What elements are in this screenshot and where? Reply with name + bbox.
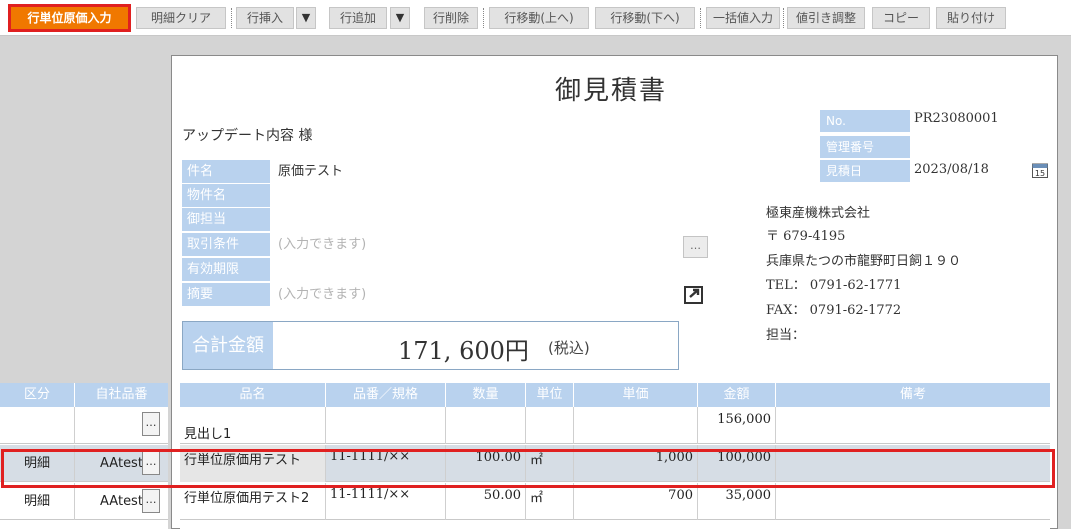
qty-cell[interactable]: 50.00: [446, 483, 526, 520]
copy-button[interactable]: コピー: [872, 7, 930, 29]
company-staff: 担当：: [766, 328, 806, 343]
discount-adjust-button[interactable]: 値引き調整: [787, 7, 865, 29]
company-name: 極東産機株式会社: [766, 206, 871, 221]
item-spec-cell[interactable]: [326, 407, 446, 444]
toolbar-separator: [700, 8, 701, 28]
column-header-name[interactable]: 品名: [180, 383, 326, 407]
qty-cell[interactable]: [446, 407, 526, 444]
move-row-up-button[interactable]: 行移動(上へ): [489, 7, 589, 29]
row-cost-input-button[interactable]: 行単位原価入力: [8, 4, 131, 32]
company-postal: 〒 679-4195: [766, 229, 846, 244]
company-address: 兵庫県たつの市龍野町日飼１９０: [766, 254, 962, 269]
customer-name[interactable]: アップデート内容 様: [182, 125, 312, 145]
export-icon[interactable]: [683, 284, 707, 306]
quote-date-label: 見積日: [820, 160, 910, 182]
item-spec-cell[interactable]: 11-1111/××: [326, 445, 446, 482]
price-cell[interactable]: 1,000: [574, 445, 698, 482]
total-amount-box: 合計金額 171, 600円 (税込): [182, 321, 679, 370]
left-grid-header: 区分 自社品番: [0, 383, 168, 407]
insert-row-button[interactable]: 行挿入: [236, 7, 294, 29]
price-cell[interactable]: [574, 407, 698, 444]
kubun-cell[interactable]: 明細: [0, 483, 75, 520]
company-tel: TEL： 0791-62-1771: [766, 278, 902, 293]
detail-grid: 品名 品番／規格 数量 単位 単価 金額 備考 見出し1 156,000 行単位…: [180, 383, 1050, 529]
price-cell[interactable]: 700: [574, 483, 698, 520]
kubun-cell[interactable]: [0, 407, 75, 444]
move-row-down-button[interactable]: 行移動(下へ): [595, 7, 695, 29]
unit-cell[interactable]: ㎡: [526, 483, 574, 520]
total-label: 合計金額: [183, 322, 273, 369]
table-row[interactable]: 行単位原価用テスト2 11-1111/×× 50.00 ㎡ 700 35,000: [180, 483, 1050, 520]
column-header-unit[interactable]: 単位: [526, 383, 574, 407]
left-fixed-grid: 区分 自社品番 … 明細 AAtest … 明細 AAtest …: [0, 383, 168, 529]
table-row[interactable]: …: [0, 407, 168, 444]
item-name-cell[interactable]: 行単位原価用テスト: [180, 445, 326, 482]
unit-cell[interactable]: [526, 407, 574, 444]
note-cell[interactable]: [776, 407, 1050, 444]
item-spec-cell[interactable]: 11-1111/××: [326, 483, 446, 520]
column-header-amount[interactable]: 金額: [698, 383, 776, 407]
clear-details-button[interactable]: 明細クリア: [136, 7, 226, 29]
trade-terms-input[interactable]: (入力できます): [278, 233, 366, 256]
paste-button[interactable]: 貼り付け: [936, 7, 1006, 29]
unit-cell[interactable]: ㎡: [526, 445, 574, 482]
table-row[interactable]: 明細 AAtest …: [0, 483, 168, 520]
column-header-kubun[interactable]: 区分: [0, 383, 75, 407]
amount-cell[interactable]: 156,000: [698, 407, 776, 444]
quote-date-value[interactable]: 2023/08/18: [914, 159, 989, 181]
trade-terms-more-button[interactable]: …: [683, 236, 708, 258]
table-row[interactable]: 明細 AAtest …: [0, 445, 168, 482]
amount-cell[interactable]: 100,000: [698, 445, 776, 482]
management-number-label: 管理番号: [820, 136, 910, 158]
qty-cell[interactable]: 100.00: [446, 445, 526, 482]
contact-person-label: 御担当: [182, 208, 270, 231]
code-lookup-button[interactable]: …: [142, 412, 160, 436]
document-title: 御見積書: [555, 76, 668, 106]
summary-label: 摘要: [182, 283, 270, 306]
toolbar: 行単位原価入力 明細クリア 行挿入 ▼ 行追加 ▼ 行削除 行移動(上へ) 行移…: [0, 0, 1071, 36]
note-cell[interactable]: [776, 445, 1050, 482]
add-row-dropdown-icon[interactable]: ▼: [390, 7, 410, 29]
toolbar-separator: [783, 8, 784, 28]
amount-cell[interactable]: 35,000: [698, 483, 776, 520]
note-cell[interactable]: [776, 483, 1050, 520]
detail-grid-header: 品名 品番／規格 数量 単位 単価 金額 備考: [180, 383, 1050, 407]
bulk-input-button[interactable]: 一括値入力: [706, 7, 780, 29]
item-name-cell[interactable]: 行単位原価用テスト2: [180, 483, 326, 520]
column-header-qty[interactable]: 数量: [446, 383, 526, 407]
summary-input[interactable]: (入力できます): [278, 283, 366, 306]
calendar-day-text: 15: [1035, 169, 1045, 178]
column-header-spec[interactable]: 品番／規格: [326, 383, 446, 407]
calendar-icon[interactable]: 15: [1032, 162, 1048, 178]
insert-row-dropdown-icon[interactable]: ▼: [296, 7, 316, 29]
add-row-button[interactable]: 行追加: [329, 7, 387, 29]
company-fax: FAX： 0791-62-1772: [766, 303, 902, 318]
property-label: 物件名: [182, 184, 270, 207]
code-lookup-button[interactable]: …: [142, 451, 160, 475]
toolbar-separator: [483, 8, 484, 28]
subject-value[interactable]: 原価テスト: [278, 160, 343, 183]
kubun-cell[interactable]: 明細: [0, 445, 75, 482]
column-header-price[interactable]: 単価: [574, 383, 698, 407]
toolbar-separator: [231, 8, 232, 28]
column-header-code[interactable]: 自社品番: [75, 383, 168, 407]
trade-terms-label: 取引条件: [182, 233, 270, 256]
expiry-label: 有効期限: [182, 258, 270, 281]
table-row[interactable]: 見出し1 156,000: [180, 407, 1050, 444]
column-header-note[interactable]: 備考: [776, 383, 1050, 407]
code-lookup-button[interactable]: …: [142, 489, 160, 513]
total-amount: 171, 600円: [398, 337, 529, 365]
quote-number-value: PR23080001: [914, 111, 999, 126]
subject-label: 件名: [182, 160, 270, 183]
tax-included-label: (税込): [548, 339, 590, 357]
table-row[interactable]: 行単位原価用テスト 11-1111/×× 100.00 ㎡ 1,000 100,…: [180, 445, 1050, 482]
delete-row-button[interactable]: 行削除: [424, 7, 478, 29]
item-name-cell[interactable]: 見出し1: [180, 407, 326, 444]
quote-number-label: No.: [820, 110, 910, 132]
